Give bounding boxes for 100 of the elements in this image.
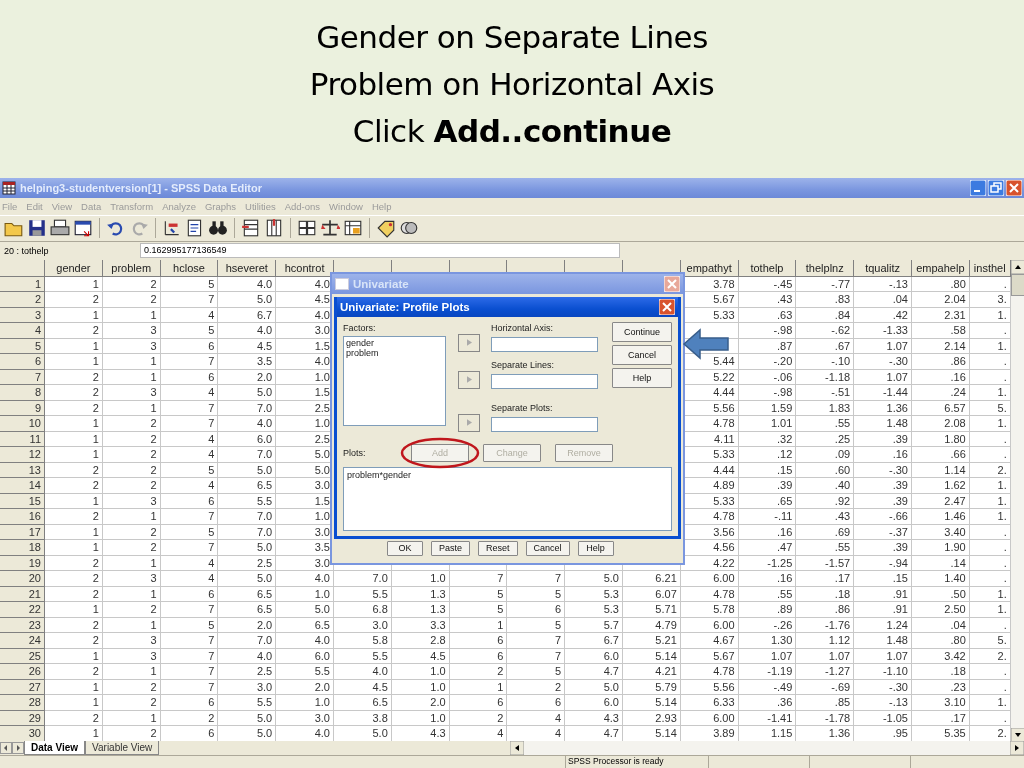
column-header[interactable]: hclose (160, 259, 219, 277)
sheet-tab[interactable]: Variable View (85, 741, 160, 755)
row-number[interactable]: 2 (0, 292, 45, 308)
table-cell: 2 (45, 710, 103, 727)
tab-right-icon[interactable] (12, 742, 24, 754)
window-icon[interactable] (73, 218, 93, 239)
dialog-button[interactable]: Cancel (525, 540, 570, 556)
table-cell: .14 (911, 555, 970, 572)
input-field[interactable] (491, 336, 598, 352)
input-field[interactable] (491, 416, 598, 432)
table-cell: 2.04 (911, 292, 970, 308)
close-button[interactable] (1006, 180, 1022, 196)
corner-cell[interactable] (0, 259, 45, 277)
row-number[interactable]: 10 (0, 416, 45, 432)
table-cell: .87 (738, 338, 797, 355)
table-cell: 4.78 (680, 664, 739, 680)
table-cell: 4 (160, 307, 219, 324)
row-number[interactable]: 24 (0, 633, 45, 649)
table-cell: 5 (160, 524, 219, 541)
table-cell: 2. (969, 462, 1011, 479)
table-cell: 5.14 (622, 695, 681, 711)
column-header[interactable]: gender (45, 259, 103, 277)
table-cell: 1. (969, 338, 1011, 355)
table-cell: 2 (160, 710, 219, 727)
restore-button[interactable] (988, 180, 1004, 196)
dialog-button[interactable]: Help (612, 367, 672, 388)
table-cell: 2 (102, 431, 161, 448)
dialog-button[interactable]: Continue (612, 321, 672, 342)
table-cell: 7 (160, 354, 219, 370)
table-cell: 1 (45, 338, 103, 355)
field-label: Horizontal Axis: (491, 322, 555, 333)
scroll-down-icon[interactable] (1010, 727, 1024, 741)
insert-col-icon[interactable] (264, 218, 284, 239)
factors-list[interactable]: gender problem (343, 335, 446, 426)
row-number[interactable]: 22 (0, 602, 45, 618)
table-cell: 5.78 (680, 602, 739, 618)
row-number[interactable]: 26 (0, 664, 45, 680)
column-header[interactable]: tqualitz (854, 259, 912, 277)
table-cell: 3.5 (218, 354, 277, 370)
table-cell: 4.78 (680, 586, 739, 603)
row-number[interactable]: 20 (0, 571, 45, 587)
dialog-button[interactable]: Reset (478, 540, 518, 556)
table-cell: 2.8 (391, 633, 450, 649)
list-item[interactable]: problem (346, 347, 443, 358)
table-cell: 2 (102, 679, 161, 696)
row-number[interactable]: 16 (0, 509, 45, 525)
column-header[interactable]: hcontrot (276, 259, 334, 277)
close-button[interactable] (659, 298, 675, 315)
table-cell: 6.5 (276, 617, 334, 634)
column-header[interactable]: tothelp (738, 259, 797, 277)
horizontal-scrollbar[interactable] (510, 741, 1024, 755)
column-header[interactable]: problem (102, 259, 161, 277)
table-cell: 3 (102, 323, 161, 339)
dialog-button[interactable]: OK (387, 540, 423, 556)
table-cell: 4 (160, 447, 219, 463)
tag-icon[interactable] (376, 218, 396, 239)
list-item[interactable]: gender (346, 337, 443, 348)
move-button[interactable] (458, 333, 480, 352)
dialog-button[interactable]: Paste (431, 540, 470, 556)
table-cell: 2 (102, 695, 161, 711)
table-cell: .80 (911, 276, 970, 293)
scale-icon[interactable] (320, 218, 340, 239)
row-number[interactable]: 28 (0, 695, 45, 711)
plots-list[interactable]: problem*gender (343, 466, 672, 531)
column-header[interactable]: empahelp (911, 259, 970, 277)
dialog-button[interactable]: Cancel (612, 344, 672, 365)
column-header[interactable]: hseveret (218, 259, 277, 277)
table-cell: .85 (796, 695, 855, 711)
table-cell: -.49 (738, 679, 797, 696)
row-number[interactable]: 6 (0, 354, 45, 370)
insert-row-icon[interactable] (241, 218, 261, 239)
table-cell: 4.5 (391, 648, 450, 665)
table-cell: .55 (796, 416, 855, 432)
dialog-button[interactable]: Help (577, 540, 614, 556)
plots-label: Plots: (343, 447, 367, 458)
tab-left-icon[interactable] (0, 742, 12, 754)
scroll-left-icon[interactable] (510, 741, 524, 755)
move-button[interactable] (458, 370, 480, 389)
row-number[interactable]: 12 (0, 447, 45, 463)
row-number[interactable]: 30 (0, 726, 45, 741)
triangle-right-icon (466, 376, 472, 384)
table-cell: .39 (854, 478, 912, 494)
row-number[interactable]: 18 (0, 540, 45, 556)
cell-value-field[interactable]: 0.162995177136549 (140, 243, 620, 259)
row-number[interactable]: 14 (0, 478, 45, 494)
list-item[interactable]: problem*gender (347, 469, 668, 480)
row-number[interactable]: 4 (0, 323, 45, 339)
row-number[interactable]: 8 (0, 385, 45, 401)
table-cell: 1.0 (391, 664, 450, 680)
scroll-right-icon[interactable] (1010, 741, 1024, 755)
column-header[interactable]: thelplnz (796, 259, 855, 277)
table-cell: 1.80 (911, 431, 970, 448)
input-field[interactable] (491, 373, 598, 389)
table-cell: .47 (738, 540, 797, 556)
table-cell: 2 (45, 586, 103, 603)
minimize-button[interactable] (970, 180, 986, 196)
table-cell: 2 (45, 509, 103, 525)
sheet-tab[interactable]: Data View (24, 741, 86, 755)
column-header[interactable]: empathyt (680, 259, 739, 277)
move-button[interactable] (458, 413, 480, 432)
